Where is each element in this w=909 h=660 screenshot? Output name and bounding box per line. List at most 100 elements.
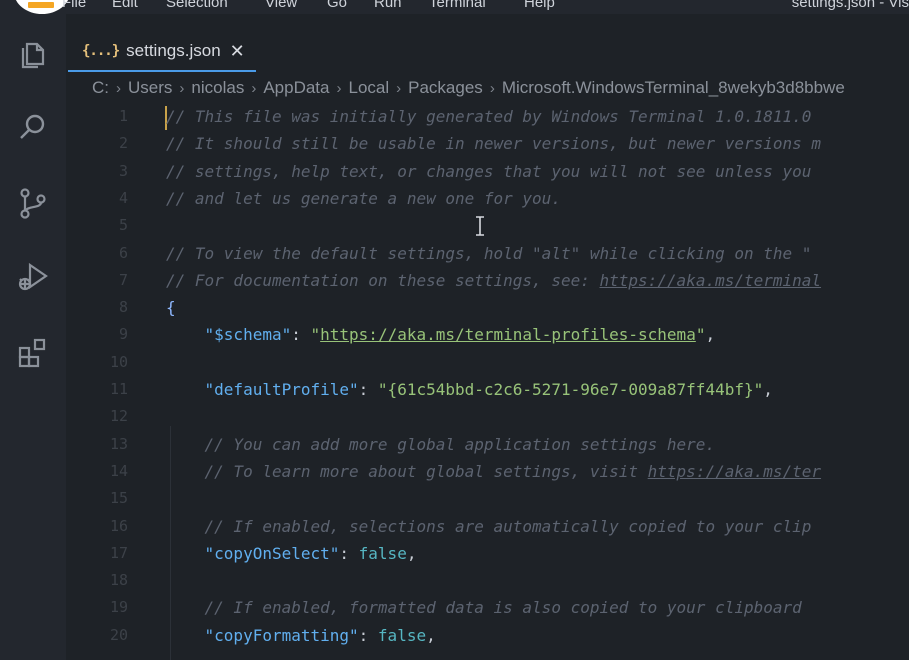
code-token: , bbox=[406, 543, 417, 563]
json-file-icon: {...} bbox=[82, 43, 120, 59]
code-token: false bbox=[377, 625, 427, 645]
breadcrumb-item[interactable]: Users bbox=[128, 78, 172, 98]
code-line[interactable]: 12 bbox=[66, 403, 909, 430]
breadcrumb-item[interactable]: AppData bbox=[263, 78, 329, 98]
code-token: "defaultProfile" bbox=[204, 380, 359, 399]
line-code: // To view the default settings, hold "a… bbox=[166, 240, 811, 267]
explorer-icon[interactable] bbox=[16, 36, 50, 70]
code-line[interactable]: 17 "copyOnSelect": false, bbox=[66, 540, 909, 567]
code-line[interactable]: 19 // If enabled, formatted data is also… bbox=[66, 594, 909, 621]
code-editor[interactable]: 1 // This file was initially generated by… bbox=[66, 102, 909, 660]
line-number: 2 bbox=[118, 134, 128, 153]
code-line[interactable]: 15 bbox=[66, 485, 909, 512]
code-line[interactable]: 2 // It should still be usable in newer v… bbox=[66, 130, 909, 157]
code-line[interactable]: 9 "$schema": "https://aka.ms/terminal-pr… bbox=[66, 321, 909, 348]
line-code: "copyFormatting": false, bbox=[166, 622, 436, 649]
line-number: 20 bbox=[109, 625, 128, 644]
chevron-right-icon: › bbox=[116, 79, 121, 97]
code-token: // and let us generate a new one for you… bbox=[166, 188, 561, 208]
menu-edit[interactable]: Edit bbox=[112, 0, 138, 12]
breadcrumb: C: › Users › nicolas › AppData › Local ›… bbox=[92, 76, 909, 100]
menu-view[interactable]: View bbox=[265, 0, 297, 12]
chevron-right-icon: › bbox=[489, 79, 495, 97]
breadcrumb-item[interactable]: Local bbox=[349, 78, 390, 98]
chevron-right-icon: › bbox=[251, 79, 257, 97]
code-line[interactable]: 8{ bbox=[66, 294, 909, 321]
line-number: 15 bbox=[109, 489, 128, 508]
menu-selection[interactable]: Selection bbox=[166, 0, 228, 12]
line-number: 17 bbox=[109, 543, 128, 562]
line-code: "$schema": "https://aka.ms/terminal-prof… bbox=[166, 321, 716, 348]
code-line[interactable]: 13 // You can add more global applicatio… bbox=[66, 431, 909, 458]
line-code: // If enabled, formatted data is also co… bbox=[166, 594, 802, 621]
line-code: // It should still be usable in newer ve… bbox=[166, 130, 821, 157]
chevron-right-icon: › bbox=[336, 79, 342, 97]
code-token: // To view the default settings, hold "a… bbox=[166, 243, 812, 263]
code-token[interactable]: https://aka.ms/terminal bbox=[599, 271, 821, 290]
line-number: 19 bbox=[109, 598, 128, 617]
code-token: // For documentation on these settings, … bbox=[166, 270, 600, 290]
code-token[interactable]: https://aka.ms/terminal-profiles-schema bbox=[320, 325, 696, 344]
menu-terminal[interactable]: Terminal bbox=[429, 0, 486, 12]
code-line[interactable]: 11 "defaultProfile": "{61c54bbd-c2c6-527… bbox=[66, 376, 909, 403]
tab-settings-json[interactable]: {...} settings.json ✕ bbox=[66, 30, 256, 72]
line-code: // To learn more about global settings, … bbox=[166, 458, 822, 485]
line-code: // For documentation on these settings, … bbox=[166, 267, 821, 294]
code-token: // If enabled, selections are automatica… bbox=[204, 516, 812, 536]
line-code: // settings, help text, or changes that … bbox=[166, 158, 811, 185]
extensions-icon[interactable] bbox=[16, 336, 50, 370]
breadcrumb-item[interactable]: Microsoft.WindowsTerminal_8wekyb3d8bbwe bbox=[502, 78, 845, 98]
code-token: : bbox=[358, 380, 378, 399]
code-line[interactable]: 18 bbox=[66, 567, 909, 594]
breadcrumb-item[interactable]: Packages bbox=[408, 78, 483, 98]
code-line[interactable]: 20 "copyFormatting": false, bbox=[66, 622, 909, 649]
close-icon[interactable]: ✕ bbox=[230, 42, 245, 60]
menu-file[interactable]: File bbox=[62, 0, 86, 12]
code-token: "copyOnSelect" bbox=[204, 543, 340, 563]
editor-tab-bar: {...} settings.json ✕ bbox=[66, 14, 909, 74]
breadcrumb-item[interactable]: nicolas bbox=[191, 78, 244, 98]
code-line[interactable]: 16 // If enabled, selections are automat… bbox=[66, 513, 909, 540]
menu-help[interactable]: Help bbox=[524, 0, 555, 12]
code-line[interactable]: 1 // This file was initially generated by… bbox=[66, 103, 909, 130]
run-debug-icon[interactable] bbox=[16, 260, 50, 294]
chevron-right-icon: › bbox=[396, 79, 402, 97]
activity-bar bbox=[0, 14, 66, 660]
code-token: "$schema" bbox=[204, 325, 292, 345]
active-tab-indicator bbox=[68, 70, 256, 72]
code-token[interactable]: https://aka.ms/ter bbox=[648, 462, 821, 481]
menu-run[interactable]: Run bbox=[374, 0, 402, 12]
code-token: // You can add more global application s… bbox=[204, 434, 716, 454]
code-token: : bbox=[358, 625, 378, 645]
breadcrumb-item[interactable]: C: bbox=[92, 78, 109, 98]
line-number: 11 bbox=[109, 380, 128, 398]
menu-go[interactable]: Go bbox=[327, 0, 347, 12]
line-number: 13 bbox=[109, 434, 128, 453]
code-token: , bbox=[426, 625, 436, 645]
code-line[interactable]: 5 bbox=[66, 212, 909, 239]
line-number: 1 bbox=[118, 107, 128, 125]
vscode-window: File Edit Selection View Go Run Terminal… bbox=[0, 0, 909, 660]
source-control-icon[interactable] bbox=[16, 186, 50, 220]
code-line[interactable]: 4 // and let us generate a new one for yo… bbox=[66, 185, 909, 212]
line-number: 10 bbox=[109, 352, 128, 371]
chevron-right-icon: › bbox=[179, 79, 185, 97]
code-line[interactable]: 3 // settings, help text, or changes that… bbox=[66, 158, 909, 185]
line-number: 12 bbox=[109, 407, 128, 426]
line-number: 4 bbox=[118, 188, 128, 207]
search-icon[interactable] bbox=[16, 110, 50, 144]
line-number: 3 bbox=[118, 161, 128, 180]
line-code: "defaultProfile": "{61c54bbd-c2c6-5271-9… bbox=[166, 376, 773, 403]
line-number: 5 bbox=[118, 216, 128, 235]
code-line[interactable]: 10 bbox=[66, 349, 909, 376]
code-line[interactable]: 6 // To view the default settings, hold "… bbox=[66, 240, 909, 267]
code-token: " bbox=[310, 325, 321, 345]
code-line[interactable]: 14 // To learn more about global setting… bbox=[66, 458, 909, 485]
line-number: 14 bbox=[109, 461, 128, 480]
code-line[interactable]: 7 // For documentation on these settings,… bbox=[66, 267, 909, 294]
line-number: 7 bbox=[118, 270, 128, 289]
